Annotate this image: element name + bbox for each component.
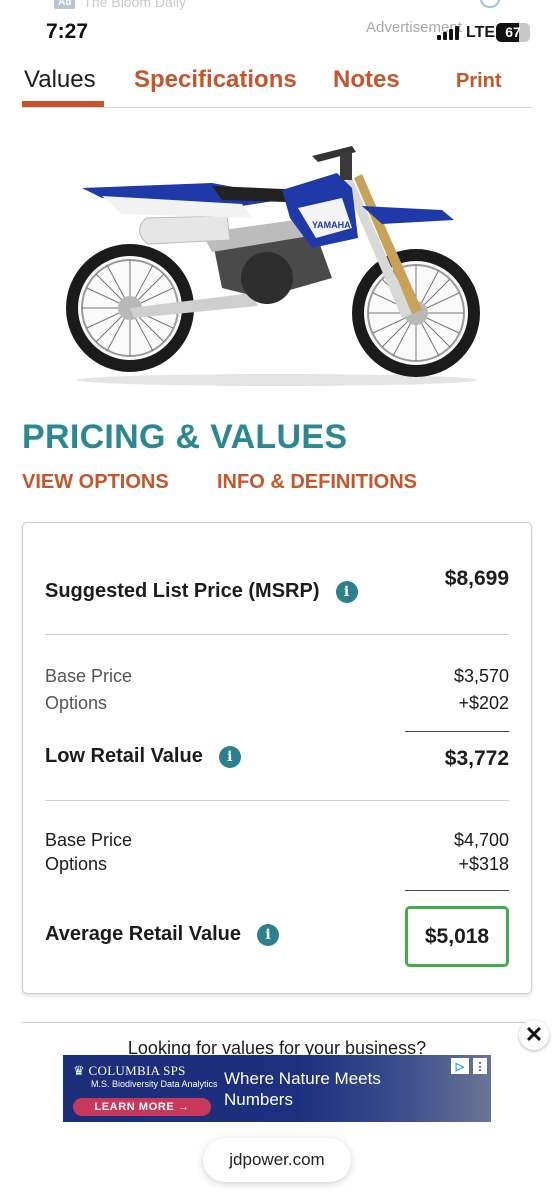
ad-brand-sub: M.S. Biodiversity Data Analytics bbox=[91, 1079, 218, 1089]
crown-icon: ♛ bbox=[73, 1063, 85, 1078]
feather-icon bbox=[480, 0, 500, 8]
page-title: PRICING & VALUES bbox=[22, 418, 348, 456]
avg-options-label: Options bbox=[45, 854, 108, 874]
battery-level: 67 bbox=[505, 24, 521, 40]
msrp-row: Suggested List Price (MSRP) i bbox=[45, 580, 358, 603]
svg-text:YAMAHA: YAMAHA bbox=[312, 220, 351, 230]
ad-brand: ♛ COLUMBIA SPS bbox=[73, 1063, 186, 1078]
avg-base-price-label: Base Price bbox=[45, 830, 133, 850]
low-options-label: Options bbox=[45, 693, 108, 713]
info-icon[interactable]: i bbox=[335, 580, 358, 603]
avg-base-price-value: $4,700 bbox=[453, 830, 509, 850]
low-base-price-label: Base Price bbox=[45, 666, 133, 686]
avg-options-value: +$318 bbox=[458, 854, 509, 874]
low-retail-label: Low Retail Value bbox=[45, 745, 203, 767]
divider bbox=[45, 800, 509, 801]
low-retail-value: $3,772 bbox=[444, 747, 509, 770]
top-ad-text: The Bloom Daily bbox=[83, 0, 187, 10]
msrp-label: Suggested List Price (MSRP) bbox=[45, 580, 320, 602]
ad-chip: Ad bbox=[54, 0, 76, 9]
low-retail-row: Low Retail Value i bbox=[45, 745, 241, 768]
top-ad-strip[interactable]: Ad The Bloom Daily bbox=[54, 0, 186, 10]
learn-more-button[interactable]: LEARN MORE → bbox=[73, 1098, 211, 1116]
average-retail-label: Average Retail Value bbox=[45, 923, 242, 945]
subtotal-divider bbox=[405, 890, 509, 891]
divider bbox=[45, 634, 509, 635]
close-ad-button[interactable]: ✕ bbox=[519, 1020, 549, 1050]
tab-print[interactable]: Print bbox=[456, 70, 502, 93]
more-options-icon[interactable]: ⋮ bbox=[473, 1058, 487, 1074]
clock: 7:27 bbox=[46, 20, 89, 43]
info-definitions-link[interactable]: INFO & DEFINITIONS bbox=[217, 471, 417, 494]
tab-values[interactable]: Values bbox=[24, 66, 96, 94]
signal-icon bbox=[437, 26, 459, 40]
info-icon[interactable]: i bbox=[218, 745, 241, 768]
pricing-card: Suggested List Price (MSRP) i $8,699 Bas… bbox=[22, 522, 532, 994]
active-tab-indicator bbox=[22, 101, 104, 107]
tab-specifications[interactable]: Specifications bbox=[134, 66, 297, 94]
divider bbox=[22, 1022, 532, 1023]
network-type: LTE bbox=[466, 24, 496, 41]
low-base-price-value: $3,570 bbox=[453, 666, 509, 686]
motorcycle-image: YAMAHA bbox=[66, 146, 480, 386]
view-options-link[interactable]: VIEW OPTIONS bbox=[22, 471, 169, 494]
banner-ad[interactable]: ♛ COLUMBIA SPS M.S. Biodiversity Data An… bbox=[63, 1055, 491, 1122]
low-options-value: +$202 bbox=[458, 693, 509, 713]
tab-bar: Values Specifications Notes Print bbox=[22, 62, 532, 108]
url-bar[interactable]: jdpower.com bbox=[203, 1138, 351, 1182]
tab-notes[interactable]: Notes bbox=[333, 66, 400, 94]
msrp-value: $8,699 bbox=[444, 567, 509, 590]
battery-icon: 67 bbox=[496, 23, 530, 42]
average-retail-value: $5,018 bbox=[405, 906, 509, 967]
ad-headline: Where Nature Meets Numbers bbox=[224, 1069, 381, 1109]
info-icon[interactable]: i bbox=[257, 923, 280, 946]
status-bar: Ad The Bloom Daily 7:27 Advertisement LT… bbox=[0, 0, 554, 56]
average-retail-row: Average Retail Value i bbox=[45, 923, 280, 946]
subtotal-divider bbox=[405, 731, 509, 732]
adchoices-icon[interactable]: ▷ bbox=[451, 1058, 469, 1074]
